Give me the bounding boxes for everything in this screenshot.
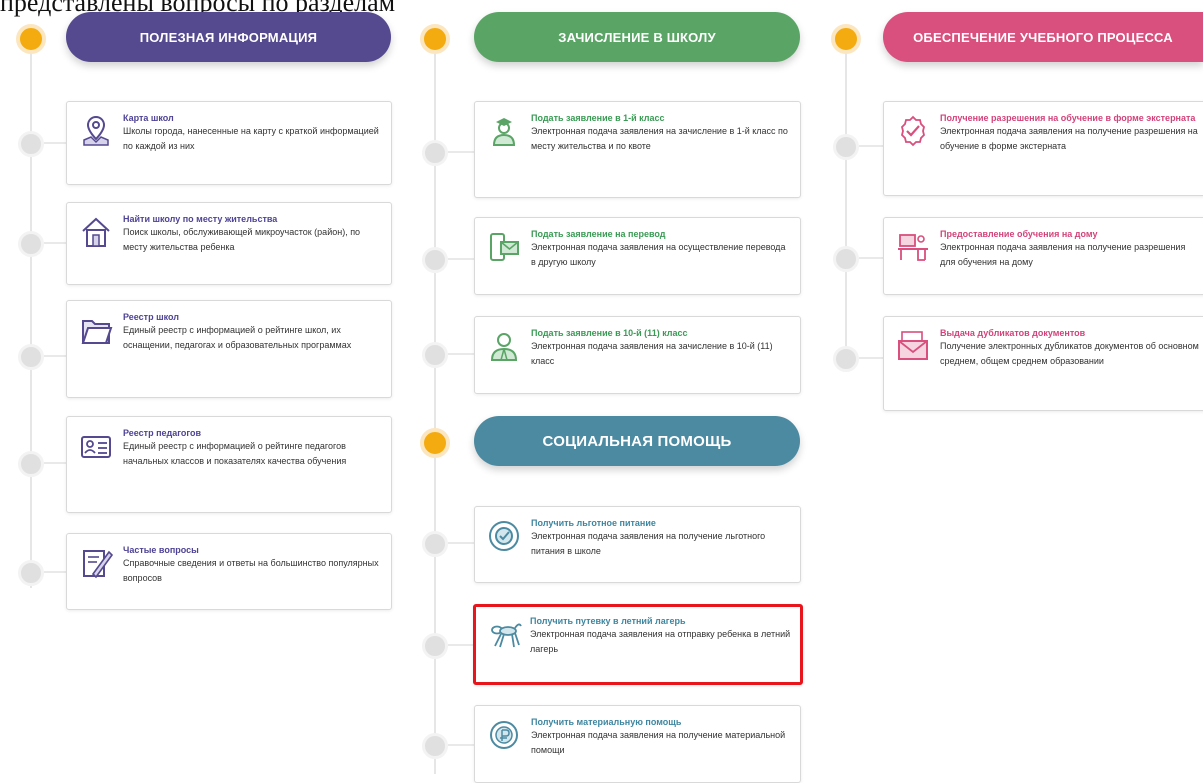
card-title: Частые вопросы [123,545,199,555]
card-description: Электронная подача заявления на получени… [940,126,1198,151]
section-header-useful-info[interactable]: ПОЛЕЗНАЯ ИНФОРМАЦИЯ [66,12,391,62]
card-title: Получение разрешения на обучение в форме… [940,113,1196,123]
timeline-dot [18,131,44,157]
timeline-dot [18,344,44,370]
map-pin-icon [83,115,109,146]
card-description: Поиск школы, обслуживающей микроучасток … [123,227,361,252]
card-title: Выдача дубликатов документов [940,328,1086,338]
card-title: Реестр школ [123,312,179,322]
timeline-dot [422,733,448,759]
timeline-dot [422,531,448,557]
graduate-icon [490,333,518,361]
section-header-education-support[interactable]: ОБЕСПЕЧЕНИЕ УЧЕБНОГО ПРОЦЕССА [883,12,1203,62]
timeline-dot [833,246,859,272]
card-title: Получить льготное питание [531,518,656,528]
section-header-social-help[interactable]: СОЦИАЛЬНАЯ ПОМОЩЬ [474,416,800,466]
id-card-icon [81,436,111,458]
timeline-connector [859,257,883,259]
card-description: Справочные сведения и ответы на большинс… [123,558,379,583]
timeline-dot [422,247,448,273]
card-external-study[interactable]: Получение разрешения на обучение в форме… [883,101,1203,196]
card-apply-transfer[interactable]: Подать заявление на перевод Электронная … [474,217,801,295]
card-description: Электронная подача заявления на отправку… [530,629,791,654]
plate-icon [489,521,519,551]
card-description: Электронная подача заявления на зачислен… [531,126,788,151]
card-home-schooling[interactable]: Предоставление обучения на дому Электрон… [883,217,1203,295]
timeline-line [845,48,847,368]
approval-badge-icon [901,115,925,147]
card-description: Единый реестр с информацией о рейтинге ш… [123,325,352,350]
timeline-dot [833,134,859,160]
section-marker-dot [420,24,450,54]
timeline-connector [859,145,883,147]
envelope-icon [898,331,928,360]
section-marker-dot [16,24,46,54]
timeline-connector [448,542,474,544]
card-meal-benefit[interactable]: Получить льготное питание Электронная по… [474,506,801,583]
phone-envelope-icon [490,233,519,261]
timeline-connector [44,242,66,244]
timeline-dot [422,140,448,166]
timeline-dot [18,560,44,586]
card-description: Электронная подача заявления на получени… [531,531,766,556]
timeline-connector [859,357,883,359]
card-document-duplicates[interactable]: Выдача дубликатов документов Получение э… [883,316,1203,411]
timeline-connector [448,258,474,260]
card-title: Получить путевку в летний лагерь [530,616,686,626]
card-description: Электронная подача заявления на получени… [531,730,786,755]
house-icon [82,217,110,247]
timeline-dot [833,346,859,372]
section-header-enrollment[interactable]: ЗАЧИСЛЕНИЕ В ШКОЛУ [474,12,800,62]
timeline-connector [44,571,66,573]
notepad-pencil-icon [83,550,113,579]
card-material-help[interactable]: Получить материальную помощь Электронная… [474,705,801,783]
timeline-dot [18,451,44,477]
card-description: Электронная подача заявления на получени… [940,242,1186,267]
card-summer-camp[interactable]: Получить путевку в летний лагерь Электро… [473,604,803,685]
card-title: Предоставление обучения на дому [940,229,1098,239]
timeline-dot [18,231,44,257]
student-icon [492,118,516,146]
card-title: Подать заявление на перевод [531,229,666,239]
section-marker-dot [420,428,450,458]
card-description: Единый реестр с информацией о рейтинге п… [123,441,347,466]
balloon-dog-icon [491,623,522,648]
timeline-connector [448,644,474,646]
card-title: Реестр педагогов [123,428,202,438]
folder-icon [81,320,113,344]
section-marker-dot [831,24,861,54]
timeline-line [30,48,32,588]
card-title: Найти школу по месту жительства [123,214,278,224]
card-description: Получение электронных дубликатов докумен… [940,341,1199,366]
card-teacher-registry[interactable]: Реестр педагогов Единый реестр с информа… [66,416,392,513]
timeline-dot [422,342,448,368]
card-title: Карта школ [123,113,174,123]
card-school-map[interactable]: Карта школ Школы города, нанесенные на к… [66,101,392,185]
timeline-connector [44,462,66,464]
card-description: Школы города, нанесенные на карту с крат… [123,126,379,151]
card-school-registry[interactable]: Реестр школ Единый реестр с информацией … [66,300,392,398]
timeline-connector [448,151,474,153]
card-description: Электронная подача заявления на осуществ… [531,242,786,267]
timeline-connector [448,744,474,746]
card-apply-tenth-grade[interactable]: Подать заявление в 10-й (11) класс Элект… [474,316,801,394]
card-faq[interactable]: Частые вопросы Справочные сведения и отв… [66,533,392,610]
card-apply-first-grade[interactable]: Подать заявление в 1-й класс Электронная… [474,101,801,198]
home-desk-icon [898,234,928,261]
timeline-dot [422,633,448,659]
card-title: Получить материальную помощь [531,717,682,727]
card-title: Подать заявление в 10-й (11) класс [531,328,688,338]
timeline-connector [44,355,66,357]
coin-icon [490,721,518,749]
timeline-connector [448,353,474,355]
card-find-school[interactable]: Найти школу по месту жительства Поиск шк… [66,202,392,285]
card-description: Электронная подача заявления на зачислен… [531,341,773,366]
card-title: Подать заявление в 1-й класс [531,113,665,123]
timeline-connector [44,142,66,144]
